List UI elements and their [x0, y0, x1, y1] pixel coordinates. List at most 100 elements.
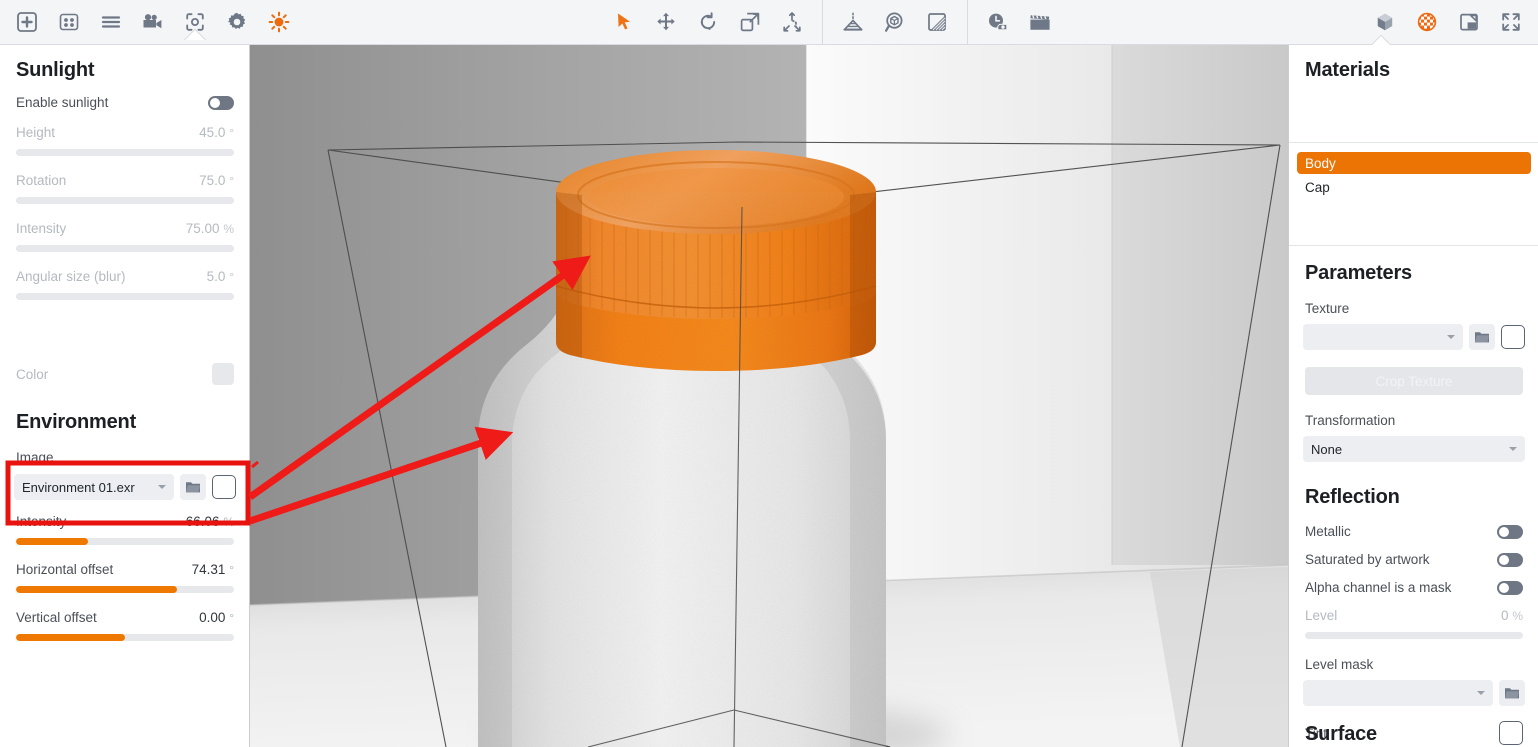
select-tool-button[interactable]: [607, 5, 641, 39]
chevron-down-icon: [1447, 335, 1455, 339]
background-toggle-button[interactable]: [1452, 5, 1486, 39]
metallic-toggle[interactable]: [1497, 525, 1523, 539]
list-menu-button[interactable]: [94, 5, 128, 39]
shading-button[interactable]: [920, 5, 954, 39]
fullscreen-button[interactable]: [1494, 5, 1528, 39]
main-toolbar: [0, 0, 1538, 45]
environment-image-label: Image: [16, 450, 54, 465]
texture-checkbox[interactable]: [1501, 325, 1525, 349]
divider: [1289, 142, 1538, 143]
viewport-3d-scene[interactable]: [250, 45, 1288, 747]
sunlight-angular-size-param: Angular size (blur) 5.0 °: [16, 269, 234, 300]
scale-tool-button[interactable]: [733, 5, 767, 39]
texture-label: Texture: [1305, 301, 1349, 316]
perspective-grid-button[interactable]: [836, 5, 870, 39]
sunlight-rotation-param: Rotation 75.0 °: [16, 173, 234, 204]
sunlight-button[interactable]: [262, 5, 296, 39]
snapshot-button[interactable]: [981, 5, 1015, 39]
saturated-by-artwork-label: Saturated by artwork: [1305, 552, 1430, 567]
material-item-body[interactable]: Body: [1297, 152, 1531, 174]
environment-image-value: Environment 01.exr: [22, 480, 152, 495]
material-item-label: Body: [1305, 156, 1336, 171]
level-mask-dropdown[interactable]: [1303, 680, 1493, 706]
move-tool-button[interactable]: [649, 5, 683, 39]
sunlight-height-param: Height 45.0 °: [16, 125, 234, 156]
toolbar-separator: [967, 0, 968, 45]
parameters-section-title: Parameters: [1305, 262, 1412, 285]
magnifier-cube-button[interactable]: [878, 5, 912, 39]
alpha-channel-mask-row: Alpha channel is a mask: [1305, 580, 1523, 595]
toolbar-time-group: [977, 0, 1061, 45]
sunlight-rotation-label: Rotation: [16, 173, 66, 188]
texture-browse-button[interactable]: [1469, 324, 1495, 350]
crop-texture-button[interactable]: Crop Texture: [1305, 367, 1523, 395]
environment-vertical-offset-slider-fill: [16, 634, 125, 641]
sunlight-intensity-slider[interactable]: [16, 245, 234, 252]
environment-horizontal-offset-value: 74.31 °: [192, 562, 234, 577]
settings-gear-button[interactable]: [220, 5, 254, 39]
grid-layout-button[interactable]: [52, 5, 86, 39]
toolbar-transform-group: [603, 0, 813, 45]
level-mask-label: Level mask: [1305, 657, 1373, 672]
metallic-label: Metallic: [1305, 524, 1351, 539]
material-item-cap[interactable]: Cap: [1297, 176, 1531, 198]
environment-image-browse-button[interactable]: [180, 474, 206, 500]
sunlight-intensity-param: Intensity 75.00 %: [16, 221, 234, 252]
environment-intensity-slider-fill: [16, 538, 88, 545]
metallic-row: Metallic: [1305, 524, 1523, 539]
transformation-dropdown[interactable]: None: [1303, 436, 1525, 462]
sunlight-intensity-value: 75.00 %: [186, 221, 234, 236]
rotate-tool-button[interactable]: [691, 5, 725, 39]
environment-vertical-offset-param: Vertical offset 0.00 °: [16, 610, 234, 641]
sunlight-angular-size-label: Angular size (blur): [16, 269, 126, 284]
environment-image-checkbox[interactable]: [212, 475, 236, 499]
environment-horizontal-offset-param: Horizontal offset 74.31 °: [16, 562, 234, 593]
environment-image-row: Environment 01.exr: [14, 474, 236, 500]
alpha-channel-mask-toggle[interactable]: [1497, 581, 1523, 595]
animation-clapperboard-button[interactable]: [1023, 5, 1057, 39]
environment-vertical-offset-value: 0.00 °: [199, 610, 234, 625]
sunlight-height-slider[interactable]: [16, 149, 234, 156]
chevron-down-icon: [1509, 447, 1517, 451]
add-object-button[interactable]: [10, 5, 44, 39]
environment-horizontal-offset-slider[interactable]: [16, 586, 234, 593]
surface-section-title: Surface: [1305, 723, 1377, 746]
explode-tool-button[interactable]: [775, 5, 809, 39]
enable-sunlight-row: Enable sunlight: [16, 95, 234, 110]
reflection-level-label: Level: [1305, 608, 1337, 623]
enable-sunlight-label: Enable sunlight: [16, 95, 108, 110]
material-item-label: Cap: [1305, 180, 1330, 195]
saturated-by-artwork-row: Saturated by artwork: [1305, 552, 1523, 567]
environment-vertical-offset-label: Vertical offset: [16, 610, 97, 625]
materials-panel: Materials Body Cap Parameters Texture: [1288, 45, 1538, 747]
environment-image-dropdown[interactable]: Environment 01.exr: [14, 474, 174, 500]
tint-checkbox[interactable]: [1499, 721, 1523, 745]
environment-intensity-param: Intensity 66.06 %: [16, 514, 234, 545]
reflection-section-title: Reflection: [1305, 486, 1400, 509]
toolbar-right-group: [1364, 0, 1532, 45]
level-mask-browse-button[interactable]: [1499, 680, 1525, 706]
texture-dropdown[interactable]: [1303, 324, 1463, 350]
reflection-level-param: Level 0 %: [1305, 608, 1523, 639]
sunlight-color-swatch[interactable]: [212, 363, 234, 385]
alpha-channel-mask-label: Alpha channel is a mask: [1305, 580, 1451, 595]
level-mask-row: [1303, 680, 1525, 706]
environment-intensity-slider[interactable]: [16, 538, 234, 545]
checker-sphere-button[interactable]: [1410, 5, 1444, 39]
enable-sunlight-toggle[interactable]: [208, 96, 234, 110]
environment-horizontal-offset-label: Horizontal offset: [16, 562, 113, 577]
materials-list: Body Cap: [1297, 152, 1531, 198]
sunlight-height-value: 45.0 °: [199, 125, 234, 140]
focus-frame-button[interactable]: [178, 5, 212, 39]
sunlight-rotation-slider[interactable]: [16, 197, 234, 204]
environment-vertical-offset-slider[interactable]: [16, 634, 234, 641]
cube-view-button[interactable]: [1368, 5, 1402, 39]
toolbar-render-group: [832, 0, 958, 45]
movie-camera-button[interactable]: [136, 5, 170, 39]
texture-row: [1303, 324, 1525, 350]
saturated-by-artwork-toggle[interactable]: [1497, 553, 1523, 567]
reflection-level-slider[interactable]: [1305, 632, 1523, 639]
sunlight-rotation-value: 75.0 °: [199, 173, 234, 188]
toolbar-separator: [822, 0, 823, 45]
sunlight-angular-size-slider[interactable]: [16, 293, 234, 300]
